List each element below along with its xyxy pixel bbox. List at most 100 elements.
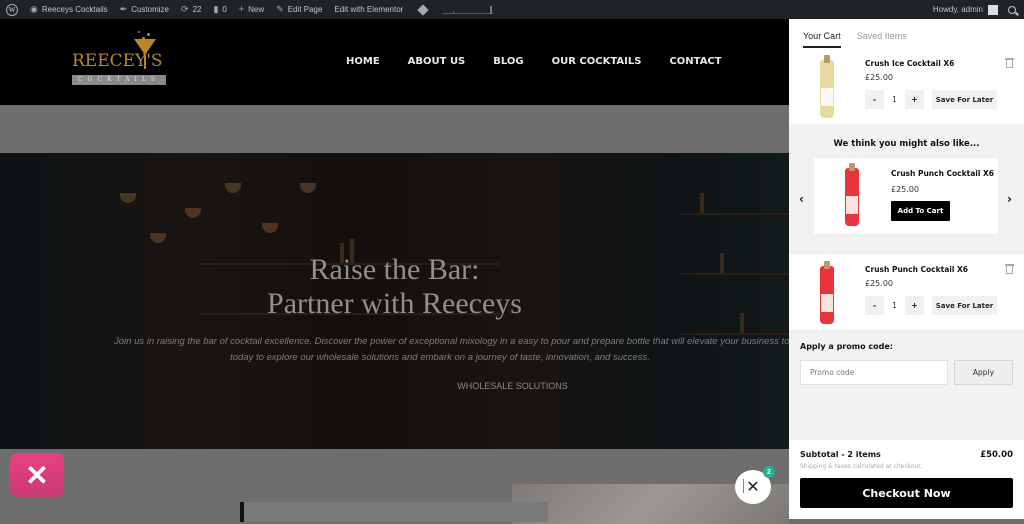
shipping-note: Shipping & taxes calculated at checkout. [800, 463, 923, 470]
diamond-menu[interactable] [409, 0, 437, 19]
trash-icon[interactable] [1005, 264, 1014, 274]
upsell-name[interactable]: Crush Punch Cocktail X6 [891, 169, 994, 178]
add-to-cart-button[interactable]: Add To Cart [891, 201, 950, 221]
search-icon[interactable] [1008, 5, 1016, 14]
cart-item: Crush Ice Cocktail X6 £25.00 - 1 + Save … [789, 48, 1024, 124]
updates-link[interactable]: ⟳ 22 [175, 0, 207, 19]
tab-your-cart[interactable]: Your Cart [803, 31, 841, 48]
content-card [240, 502, 548, 522]
new-label: New [248, 5, 265, 14]
promo-code-input[interactable] [800, 360, 948, 385]
lamp-decoration [225, 183, 241, 193]
product-image[interactable] [817, 55, 837, 118]
close-icon: ✕ [746, 479, 760, 496]
lamp-decoration [150, 233, 166, 243]
upsell-price: £25.00 [891, 185, 919, 194]
new-content-menu[interactable]: + New [233, 0, 270, 19]
nav-about-us[interactable]: ABOUT US [408, 56, 466, 67]
edit-page-link[interactable]: ✎ Edit Page [270, 0, 328, 19]
logo-subtitle: COCKTAILS [72, 75, 166, 85]
cart-footer: Subtotal - 2 items £50.00 Shipping & tax… [789, 440, 1024, 519]
hero-subtitle: Join us in raising the bar of cocktail e… [100, 334, 789, 366]
save-for-later-button[interactable]: Save For Later [932, 90, 997, 109]
item-name[interactable]: Crush Punch Cocktail X6 [865, 265, 968, 274]
lamp-decoration [262, 223, 278, 233]
plus-icon: + [238, 4, 245, 14]
edit-page-label: Edit Page [287, 5, 323, 14]
bubble [142, 37, 145, 40]
edit-elementor-link[interactable]: Edit with Elementor [328, 0, 409, 19]
shelf [680, 213, 789, 215]
lamp-decoration [300, 183, 316, 193]
product-image[interactable] [817, 261, 837, 324]
lamp-decoration [185, 208, 201, 218]
qty-value[interactable]: 1 [884, 301, 905, 310]
wholesale-solutions-button[interactable]: WHOLESALE SOLUTIONS [430, 381, 595, 391]
site-header: REECEY'S COCKTAILS HOME ABOUT US BLOG OU… [0, 19, 789, 105]
site-logo[interactable]: REECEY'S COCKTAILS [72, 31, 166, 89]
cart-drawer: Your Cart Saved Items Crush Ice Cocktail… [789, 19, 1024, 519]
bottle-decoration [700, 193, 704, 213]
increase-qty-button[interactable]: + [905, 296, 924, 315]
nav-contact[interactable]: CONTACT [669, 56, 721, 67]
next-arrow-icon[interactable]: › [1007, 192, 1012, 206]
customize-label: Customize [131, 5, 170, 14]
lamp-decoration [120, 193, 136, 203]
hero-subtitle-line1: Join us in raising the bar of cocktail e… [114, 336, 789, 347]
elementor-x-icon: ✕ [25, 459, 49, 491]
page-overlay-band [0, 105, 789, 153]
upsell-title: We think you might also like... [833, 139, 980, 149]
quantity-stepper: - 1 + [865, 90, 924, 109]
comments-link[interactable]: ▮ 0 [207, 0, 232, 19]
site-name-label: Reeceys Cocktails [41, 5, 108, 14]
decrease-qty-button[interactable]: - [865, 90, 884, 109]
item-name[interactable]: Crush Ice Cocktail X6 [865, 59, 954, 68]
customize-link[interactable]: ✒ Customize [114, 0, 175, 19]
nav-home[interactable]: HOME [346, 56, 380, 67]
increase-qty-button[interactable]: + [905, 90, 924, 109]
trash-icon[interactable] [1005, 58, 1014, 68]
edit-elementor-label: Edit with Elementor [334, 5, 404, 14]
cocktail-glass-icon [134, 39, 156, 55]
cart-count-badge: 2 [763, 466, 775, 478]
nav-blog[interactable]: BLOG [493, 56, 523, 67]
item-price: £25.00 [865, 73, 893, 82]
pencil-icon: ✎ [276, 4, 284, 14]
tab-saved-items[interactable]: Saved Items [857, 31, 907, 48]
product-image[interactable] [842, 163, 862, 226]
avatar [988, 4, 998, 15]
updates-icon: ⟳ [181, 4, 189, 14]
bottle-image [845, 163, 859, 226]
my-account-menu[interactable]: Howdy, admin [933, 0, 998, 19]
checkout-button[interactable]: Checkout Now [800, 478, 1013, 508]
promo-label: Apply a promo code: [800, 342, 893, 351]
decrease-qty-button[interactable]: - [865, 296, 884, 315]
subtotal-label: Subtotal - 2 items [800, 450, 881, 459]
item-price: £25.00 [865, 279, 893, 288]
qty-value[interactable]: 1 [884, 95, 905, 104]
text-cursor [743, 479, 744, 493]
subtotal-value: £50.00 [980, 450, 1013, 460]
comment-icon: ▮ [213, 4, 219, 14]
hero-title-line2: Partner with Reeceys [267, 287, 522, 320]
lower-section [0, 449, 789, 524]
brush-icon: ✒ [119, 4, 128, 14]
bubble [138, 31, 140, 33]
glass-stem [144, 55, 146, 69]
wordpress-icon: W [6, 3, 18, 16]
cart-item: Crush Punch Cocktail X6 £25.00 - 1 + Sav… [789, 254, 1024, 330]
nav-our-cocktails[interactable]: OUR COCKTAILS [552, 56, 642, 67]
wp-logo-menu[interactable]: W [0, 0, 24, 19]
stats-sparkline[interactable] [443, 4, 494, 16]
elementor-launcher-button[interactable]: ✕ [10, 453, 64, 497]
prev-arrow-icon[interactable]: ‹ [799, 192, 804, 206]
cart-close-toggle[interactable]: ✕ 2 [735, 466, 775, 504]
dashboard-icon: ◉ [30, 4, 38, 14]
comments-count: 0 [222, 5, 227, 14]
bottle-image [820, 55, 834, 118]
hero-subtitle-line2: today to explore our wholesale solutions… [230, 352, 650, 363]
apply-promo-button[interactable]: Apply [954, 360, 1013, 385]
site-name-menu[interactable]: ◉ Reeceys Cocktails [24, 0, 114, 19]
save-for-later-button[interactable]: Save For Later [932, 296, 997, 315]
hero-section: Raise the Bar: Partner with Reeceys Join… [0, 153, 789, 449]
